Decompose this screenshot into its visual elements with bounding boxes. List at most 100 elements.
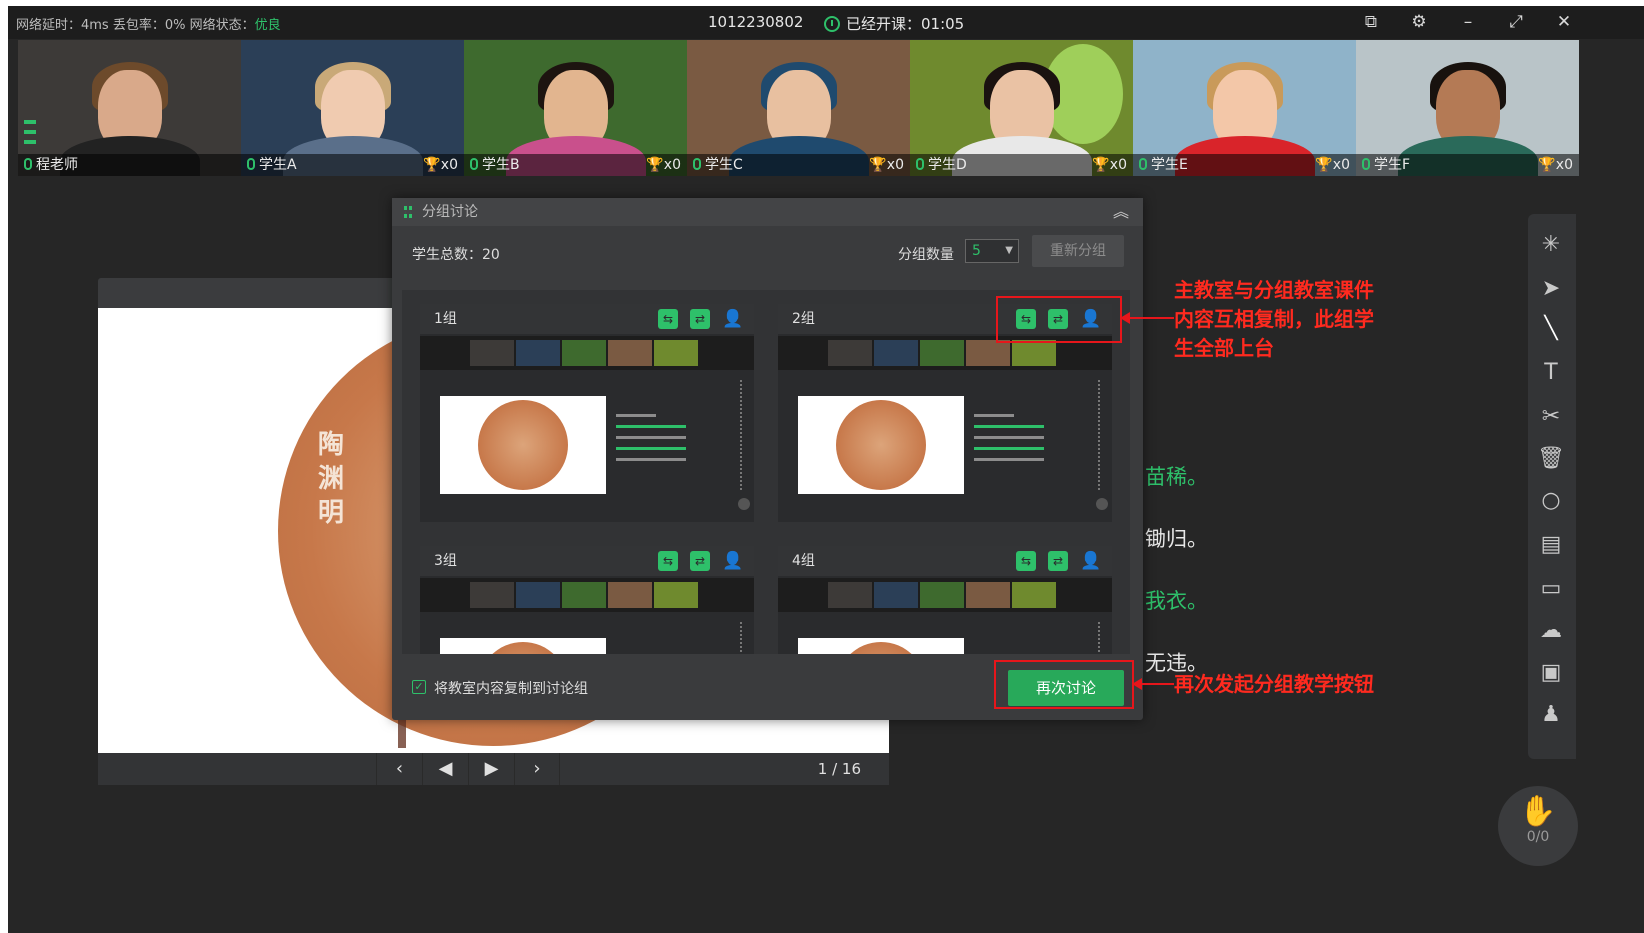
annotation-note-copy: 主教室与分组教室课件内容互相复制，此组学生全部上台 xyxy=(1174,278,1374,360)
video-name-bar: 学生E 🏆x0 xyxy=(1133,154,1356,176)
copy-from-group-icon[interactable]: ⇄ xyxy=(690,309,710,329)
trophy-icon: 🏆x0 xyxy=(1538,157,1573,173)
annotation-note-again: 再次发起分组教学按钮 xyxy=(1174,672,1374,696)
trophy-icon: 🏆x0 xyxy=(1092,157,1127,173)
scissors-icon[interactable]: ✂ xyxy=(1536,402,1566,432)
chevron-down-icon: ▼ xyxy=(1005,245,1013,256)
laser-pointer-icon[interactable]: ✳ xyxy=(1536,230,1566,260)
group-count-select[interactable]: 5 ▼ xyxy=(965,239,1019,263)
settings-gear-icon[interactable]: ⚙ xyxy=(1408,11,1430,33)
annotation-highlight-again-button xyxy=(994,660,1134,709)
group-slide-preview xyxy=(440,396,606,494)
hand-count: 0/0 xyxy=(1526,829,1550,845)
trash-icon[interactable]: 🗑 xyxy=(1536,444,1566,474)
poem-line-1: 苗稀。 xyxy=(1145,465,1208,489)
toolbox-icon[interactable]: ▣ xyxy=(1536,658,1566,688)
formula-icon[interactable]: ▤ xyxy=(1536,530,1566,560)
copy-from-group-icon[interactable]: ⇄ xyxy=(690,551,710,571)
collapse-icon[interactable]: ︽ xyxy=(1113,198,1129,226)
copy-content-checkbox[interactable]: ✓ xyxy=(412,680,426,694)
video-name-bar: 学生A 🏆x0 xyxy=(241,154,464,176)
slide-nav-bar: ‹ ◀ ▶ › 1 / 16 xyxy=(98,753,889,785)
video-strip: 程老师 学生A 🏆x0 学生B 🏆x0 学生C 🏆x0 学生D 🏆x0 学生E … xyxy=(18,40,1644,176)
all-on-stage-icon[interactable]: 👤 xyxy=(722,309,743,329)
group-video-strip xyxy=(420,578,754,612)
annotation-highlight-group-icons xyxy=(996,296,1122,343)
group-users-icon[interactable]: ♟ xyxy=(1536,700,1566,730)
text-tool-icon[interactable]: T xyxy=(1536,358,1566,388)
classroom-window: 网络延时：4ms 丢包率：0% 网络状态：优良 1012230802 已经开课：… xyxy=(8,6,1644,933)
annotation-arrow xyxy=(1120,312,1130,324)
group-discussion-dialog: 分组讨论 ︽ 学生总数：20 分组数量 5 ▼ 重新分组 1组 ⇆ ⇄ 👤 2组… xyxy=(392,198,1143,720)
hand-icon: ✋ xyxy=(1519,794,1557,829)
all-on-stage-icon[interactable]: 👤 xyxy=(722,551,743,571)
chat-icon[interactable]: ▭ xyxy=(1536,574,1566,604)
group-header: 4组 ⇆ ⇄ 👤 xyxy=(778,546,1112,576)
drag-handle-icon[interactable] xyxy=(404,206,412,218)
video-name-bar: 程老师 xyxy=(18,154,241,176)
minimize-icon[interactable]: – xyxy=(1457,11,1479,33)
student-total: 学生总数：20 xyxy=(412,247,500,263)
video-name-bar: 学生F 🏆x0 xyxy=(1356,154,1579,176)
group-video-strip xyxy=(778,578,1112,612)
network-quality: 优良 xyxy=(254,18,281,33)
close-icon[interactable]: ✕ xyxy=(1553,11,1575,33)
next-slide-icon[interactable]: › xyxy=(514,753,560,785)
copy-from-group-icon[interactable]: ⇄ xyxy=(1048,551,1068,571)
mic-icon xyxy=(916,158,924,170)
mic-icon xyxy=(247,158,255,170)
trophy-icon: 🏆x0 xyxy=(869,157,904,173)
shape-tool-icon[interactable]: ○ xyxy=(1536,486,1566,516)
video-name-bar: 学生B 🏆x0 xyxy=(464,154,687,176)
video-tile-student-f[interactable]: 学生F 🏆x0 xyxy=(1356,40,1579,176)
mic-icon xyxy=(24,158,32,170)
page-indicator: 1 / 16 xyxy=(817,760,861,778)
mic-icon xyxy=(1139,158,1147,170)
video-tile-student-a[interactable]: 学生A 🏆x0 xyxy=(241,40,464,176)
copy-to-group-icon[interactable]: ⇆ xyxy=(1016,551,1036,571)
regroup-button[interactable]: 重新分组 xyxy=(1032,235,1124,267)
clock-icon xyxy=(824,16,840,32)
group-card-1[interactable]: 1组 ⇆ ⇄ 👤 xyxy=(420,304,754,522)
video-tile-student-d[interactable]: 学生D 🏆x0 xyxy=(910,40,1133,176)
group-card-4[interactable]: 4组 ⇆ ⇄ 👤 xyxy=(778,546,1112,654)
video-name-bar: 学生C 🏆x0 xyxy=(687,154,910,176)
select-move-icon[interactable]: ➤ xyxy=(1536,274,1566,304)
group-video-strip xyxy=(420,336,754,370)
annotation-arrow xyxy=(1132,678,1142,690)
mic-icon xyxy=(470,158,478,170)
group-count-label: 分组数量 xyxy=(898,247,954,263)
fullscreen-icon[interactable]: ⤢ xyxy=(1505,11,1527,33)
group-slide-preview xyxy=(798,396,964,494)
group-header: 3组 ⇆ ⇄ 👤 xyxy=(420,546,754,576)
raise-hand-button[interactable]: ✋ 0/0 xyxy=(1498,786,1578,866)
group-grid: 1组 ⇆ ⇄ 👤 2组 ⇆ ⇄ 👤 3组 ⇆ ⇄ 👤 4组 ⇆ ⇄ 👤 xyxy=(402,290,1130,654)
audio-level-icon xyxy=(24,120,36,144)
video-tile-student-b[interactable]: 学生B 🏆x0 xyxy=(464,40,687,176)
prev-step-icon[interactable]: ◀ xyxy=(422,753,468,785)
slide-title-vertical: 陶渊明 xyxy=(317,430,344,528)
mic-icon xyxy=(1362,158,1370,170)
all-on-stage-icon[interactable]: 👤 xyxy=(1080,551,1101,571)
video-tile-student-c[interactable]: 学生C 🏆x0 xyxy=(687,40,910,176)
poem-line-2: 锄归。 xyxy=(1145,527,1208,551)
dialog-title: 分组讨论 xyxy=(422,204,478,220)
pen-icon[interactable]: ╲ xyxy=(1536,314,1566,344)
copy-to-group-icon[interactable]: ⇆ xyxy=(658,551,678,571)
annotation-line xyxy=(1130,317,1174,319)
mic-icon xyxy=(693,158,701,170)
dialog-header[interactable]: 分组讨论 ︽ xyxy=(392,198,1143,226)
group-slide-preview xyxy=(440,638,606,654)
video-tile-teacher[interactable]: 程老师 xyxy=(18,40,241,176)
class-timer: 已经开课：01:05 xyxy=(824,13,964,34)
group-slide-preview xyxy=(798,638,964,654)
prev-slide-icon[interactable]: ‹ xyxy=(376,753,422,785)
copy-to-group-icon[interactable]: ⇆ xyxy=(658,309,678,329)
screen-record-icon[interactable]: ⧉ xyxy=(1360,11,1382,33)
group-card-3[interactable]: 3组 ⇆ ⇄ 👤 xyxy=(420,546,754,654)
next-step-icon[interactable]: ▶ xyxy=(468,753,514,785)
cloud-icon[interactable]: ☁ xyxy=(1536,616,1566,646)
copy-content-label: 将教室内容复制到讨论组 xyxy=(434,681,588,697)
trophy-icon: 🏆x0 xyxy=(1315,157,1350,173)
video-tile-student-e[interactable]: 学生E 🏆x0 xyxy=(1133,40,1356,176)
